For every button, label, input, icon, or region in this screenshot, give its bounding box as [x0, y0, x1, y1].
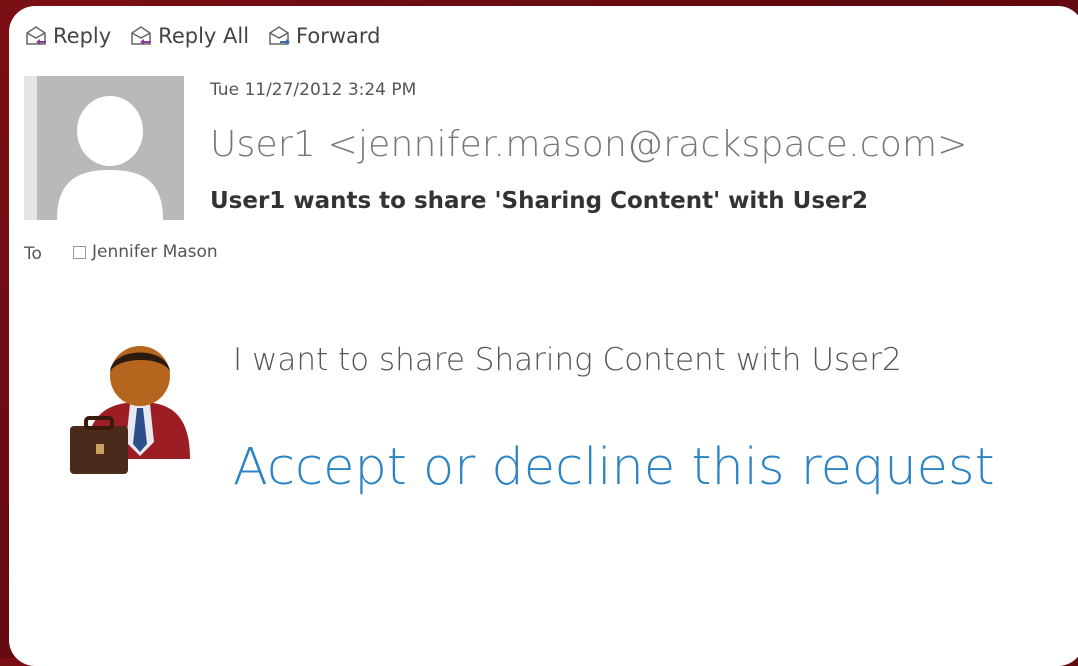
reply-all-label: Reply All — [158, 24, 250, 48]
email-subject: User1 wants to share 'Sharing Content' w… — [210, 188, 868, 214]
reply-label: Reply — [53, 24, 112, 48]
reply-all-icon — [131, 26, 152, 45]
share-message: I want to share Sharing Content with Use… — [233, 342, 902, 378]
sent-date: Tue 11/27/2012 3:24 PM — [210, 80, 417, 100]
person-silhouette-icon — [57, 96, 163, 220]
reply-all-button[interactable]: Reply All — [129, 24, 249, 48]
forward-label: Forward — [296, 24, 381, 48]
accept-decline-link[interactable]: Accept or decline this request — [233, 438, 995, 497]
email-toolbar: Reply Reply All Forward — [24, 24, 399, 48]
forward-button[interactable]: Forward — [267, 24, 381, 48]
business-user-icon — [70, 346, 190, 474]
to-label: To — [24, 244, 42, 264]
sender-photo-placeholder — [24, 76, 184, 220]
sender[interactable]: User1 <jennifer.mason@rackspace.com> — [210, 124, 968, 165]
recipient[interactable]: Jennifer Mason — [73, 242, 218, 262]
recipient-name: Jennifer Mason — [92, 242, 218, 262]
reply-icon — [26, 26, 46, 45]
forward-icon — [269, 26, 291, 45]
reply-button[interactable]: Reply — [24, 24, 111, 48]
recipient-checkbox[interactable] — [73, 245, 86, 259]
